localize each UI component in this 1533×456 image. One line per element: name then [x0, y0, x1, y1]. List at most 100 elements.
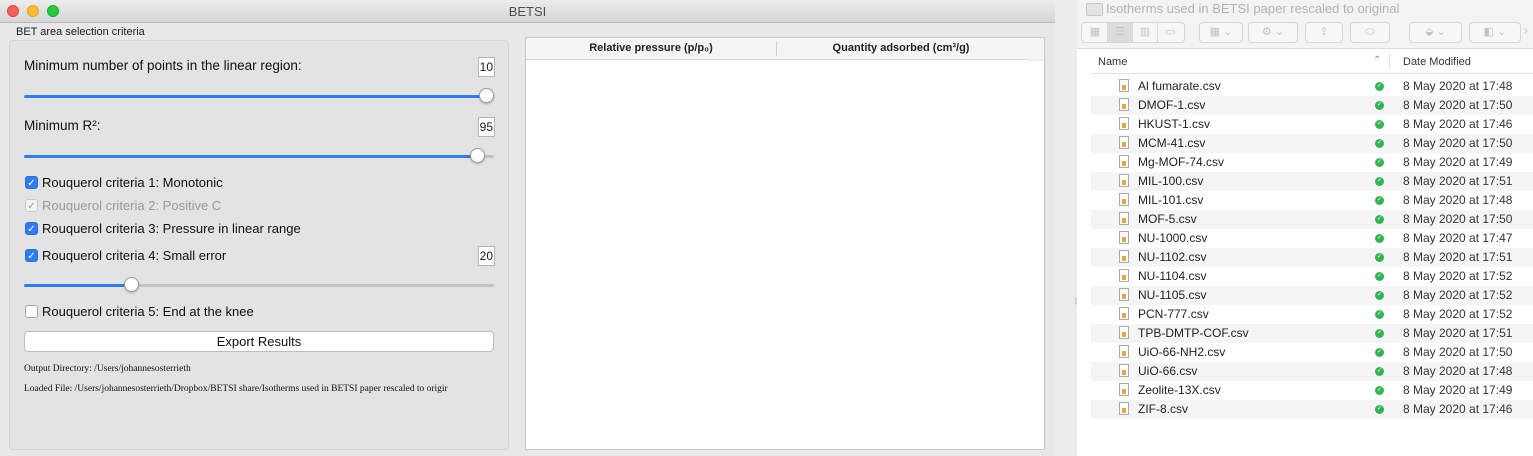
file-name: MCM-41.csv	[1138, 136, 1206, 150]
min-r2-slider-track[interactable]	[24, 155, 494, 158]
file-name: Zeolite-13X.csv	[1138, 383, 1221, 397]
file-date-modified: 8 May 2020 at 17:49	[1403, 155, 1513, 169]
file-row[interactable]: Mg-MOF-74.csv ✓ 8 May 2020 at 17:49	[1091, 153, 1533, 172]
file-date-modified: 8 May 2020 at 17:51	[1403, 326, 1513, 340]
criteria-4-label: Rouquerol criteria 4: Small error	[42, 248, 227, 263]
finder-window: Isotherms used in BETSI paper rescaled t…	[1077, 0, 1533, 456]
file-row[interactable]: MCM-41.csv ✓ 8 May 2020 at 17:50	[1091, 134, 1533, 153]
file-row[interactable]: Al fumarate.csv ✓ 8 May 2020 at 17:48	[1091, 77, 1533, 96]
file-date-modified: 8 May 2020 at 17:48	[1403, 364, 1513, 378]
finder-title: Isotherms used in BETSI paper rescaled t…	[1106, 1, 1400, 16]
file-date-modified: 8 May 2020 at 17:50	[1403, 212, 1513, 226]
synced-check-icon: ✓	[1375, 158, 1384, 167]
file-row[interactable]: UiO-66-NH2.csv ✓ 8 May 2020 at 17:50	[1091, 343, 1533, 362]
column-header-quantity-adsorbed[interactable]: Quantity adsorbed (cm³/g)	[777, 38, 1025, 59]
title-bar[interactable]: BETSI	[0, 0, 1055, 23]
criteria-4-checkbox[interactable]: ✓	[25, 249, 38, 262]
dropbox-button[interactable]: ⬙ ⌄	[1409, 22, 1462, 43]
file-row[interactable]: NU-1000.csv ✓ 8 May 2020 at 17:47	[1091, 229, 1533, 248]
min-points-slider-track[interactable]	[24, 95, 494, 98]
file-date-modified: 8 May 2020 at 17:48	[1403, 79, 1513, 93]
file-list: Al fumarate.csv ✓ 8 May 2020 at 17:48 DMOF-…	[1091, 77, 1533, 419]
folder-icon	[1086, 3, 1103, 16]
csv-file-icon	[1119, 307, 1129, 320]
list-view-button[interactable]: ☰	[1108, 23, 1133, 42]
column-header-relative-pressure[interactable]: Relative pressure (p/p₀)	[526, 38, 776, 59]
csv-file-icon	[1119, 193, 1129, 206]
table-corner	[1026, 59, 1044, 61]
loaded-file-text: Loaded File: /Users/johannesosterrieth/D…	[24, 384, 448, 394]
file-row[interactable]: NU-1102.csv ✓ 8 May 2020 at 17:51	[1091, 248, 1533, 267]
file-date-modified: 8 May 2020 at 17:50	[1403, 98, 1513, 112]
file-row[interactable]: MOF-5.csv ✓ 8 May 2020 at 17:50	[1091, 210, 1533, 229]
file-row[interactable]: MIL-101.csv ✓ 8 May 2020 at 17:48	[1091, 191, 1533, 210]
file-name: TPB-DMTP-COF.csv	[1138, 326, 1249, 340]
betsi-window: BETSI BET area selection criteria Minimu…	[0, 0, 1055, 456]
file-row[interactable]: ZIF-8.csv ✓ 8 May 2020 at 17:46	[1091, 400, 1533, 419]
file-row[interactable]: UiO-66.csv ✓ 8 May 2020 at 17:48	[1091, 362, 1533, 381]
sort-ascending-icon[interactable]: ⌃	[1373, 55, 1381, 66]
icon-view-button[interactable]: ▦	[1083, 23, 1108, 42]
dropbox-icon: ⬙ ⌄	[1425, 26, 1446, 38]
csv-file-icon	[1119, 383, 1129, 396]
file-row[interactable]: PCN-777.csv ✓ 8 May 2020 at 17:52	[1091, 305, 1533, 324]
small-error-slider-handle[interactable]	[124, 277, 140, 292]
file-name: Mg-MOF-74.csv	[1138, 155, 1225, 169]
extension-icon: ◧ ⌄	[1483, 26, 1507, 38]
tags-button[interactable]: ⬭	[1350, 22, 1390, 43]
min-points-slider-handle[interactable]	[479, 88, 494, 103]
synced-check-icon: ✓	[1375, 310, 1384, 319]
file-row[interactable]: NU-1104.csv ✓ 8 May 2020 at 17:52	[1091, 267, 1533, 286]
isotherm-data-table[interactable]: Relative pressure (p/p₀) Quantity adsorb…	[525, 37, 1045, 450]
csv-file-icon	[1119, 98, 1129, 111]
min-points-spinbox[interactable]: 10	[478, 57, 495, 77]
file-name: DMOF-1.csv	[1138, 98, 1206, 112]
date-modified-column-header[interactable]: Date Modified	[1403, 56, 1471, 68]
criteria-2-label: Rouquerol criteria 2: Positive C	[42, 198, 222, 213]
export-results-button[interactable]: Export Results	[24, 331, 494, 352]
toolbar-overflow-icon[interactable]: ›	[1524, 25, 1528, 37]
file-name: MIL-101.csv	[1138, 193, 1204, 207]
synced-check-icon: ✓	[1375, 291, 1384, 300]
action-button[interactable]: ⚙ ⌄	[1248, 22, 1298, 43]
file-row[interactable]: Zeolite-13X.csv ✓ 8 May 2020 at 17:49	[1091, 381, 1533, 400]
criteria-3-checkbox[interactable]: ✓	[25, 222, 38, 235]
synced-check-icon: ✓	[1375, 101, 1384, 110]
column-view-button[interactable]: ▥	[1133, 23, 1158, 42]
criteria-1-checkbox[interactable]: ✓	[25, 176, 38, 189]
group-by-button[interactable]: ▦ ⌄	[1199, 22, 1243, 43]
min-r2-spinbox[interactable]: 95	[478, 117, 495, 137]
finder-title-bar[interactable]: Isotherms used in BETSI paper rescaled t…	[1077, 0, 1533, 20]
share-button[interactable]: ⇪	[1305, 22, 1343, 43]
synced-check-icon: ✓	[1375, 405, 1384, 414]
file-date-modified: 8 May 2020 at 17:51	[1403, 174, 1513, 188]
csv-file-icon	[1119, 231, 1129, 244]
synced-check-icon: ✓	[1375, 177, 1384, 186]
file-row[interactable]: NU-1105.csv ✓ 8 May 2020 at 17:52	[1091, 286, 1533, 305]
file-row[interactable]: HKUST-1.csv ✓ 8 May 2020 at 17:46	[1091, 115, 1533, 134]
gallery-view-button[interactable]: ▭	[1158, 23, 1183, 42]
synced-check-icon: ✓	[1375, 386, 1384, 395]
small-error-slider-track[interactable]	[24, 284, 494, 287]
criteria-2-checkbox: ✓	[25, 199, 38, 212]
synced-check-icon: ✓	[1375, 139, 1384, 148]
csv-file-icon	[1119, 269, 1129, 282]
file-date-modified: 8 May 2020 at 17:50	[1403, 136, 1513, 150]
file-name: MIL-100.csv	[1138, 174, 1204, 188]
min-r2-slider-handle[interactable]	[469, 148, 485, 163]
column-separator	[1389, 54, 1390, 69]
min-points-label: Minimum number of points in the linear r…	[24, 58, 302, 73]
file-row[interactable]: MIL-100.csv ✓ 8 May 2020 at 17:51	[1091, 172, 1533, 191]
criteria-5-checkbox[interactable]	[25, 305, 38, 318]
file-name: HKUST-1.csv	[1138, 117, 1211, 131]
file-name: NU-1104.csv	[1138, 269, 1207, 283]
csv-file-icon	[1119, 250, 1129, 263]
file-row[interactable]: DMOF-1.csv ✓ 8 May 2020 at 17:50	[1091, 96, 1533, 115]
extension-button[interactable]: ◧ ⌄	[1469, 22, 1521, 43]
view-mode-group[interactable]: ▦ ☰ ▥ ▭	[1081, 22, 1185, 43]
file-row[interactable]: TPB-DMTP-COF.csv ✓ 8 May 2020 at 17:51	[1091, 324, 1533, 343]
name-column-header[interactable]: Name	[1098, 56, 1127, 68]
file-date-modified: 8 May 2020 at 17:51	[1403, 250, 1513, 264]
small-error-spinbox[interactable]: 20	[478, 246, 495, 266]
synced-check-icon: ✓	[1375, 234, 1384, 243]
